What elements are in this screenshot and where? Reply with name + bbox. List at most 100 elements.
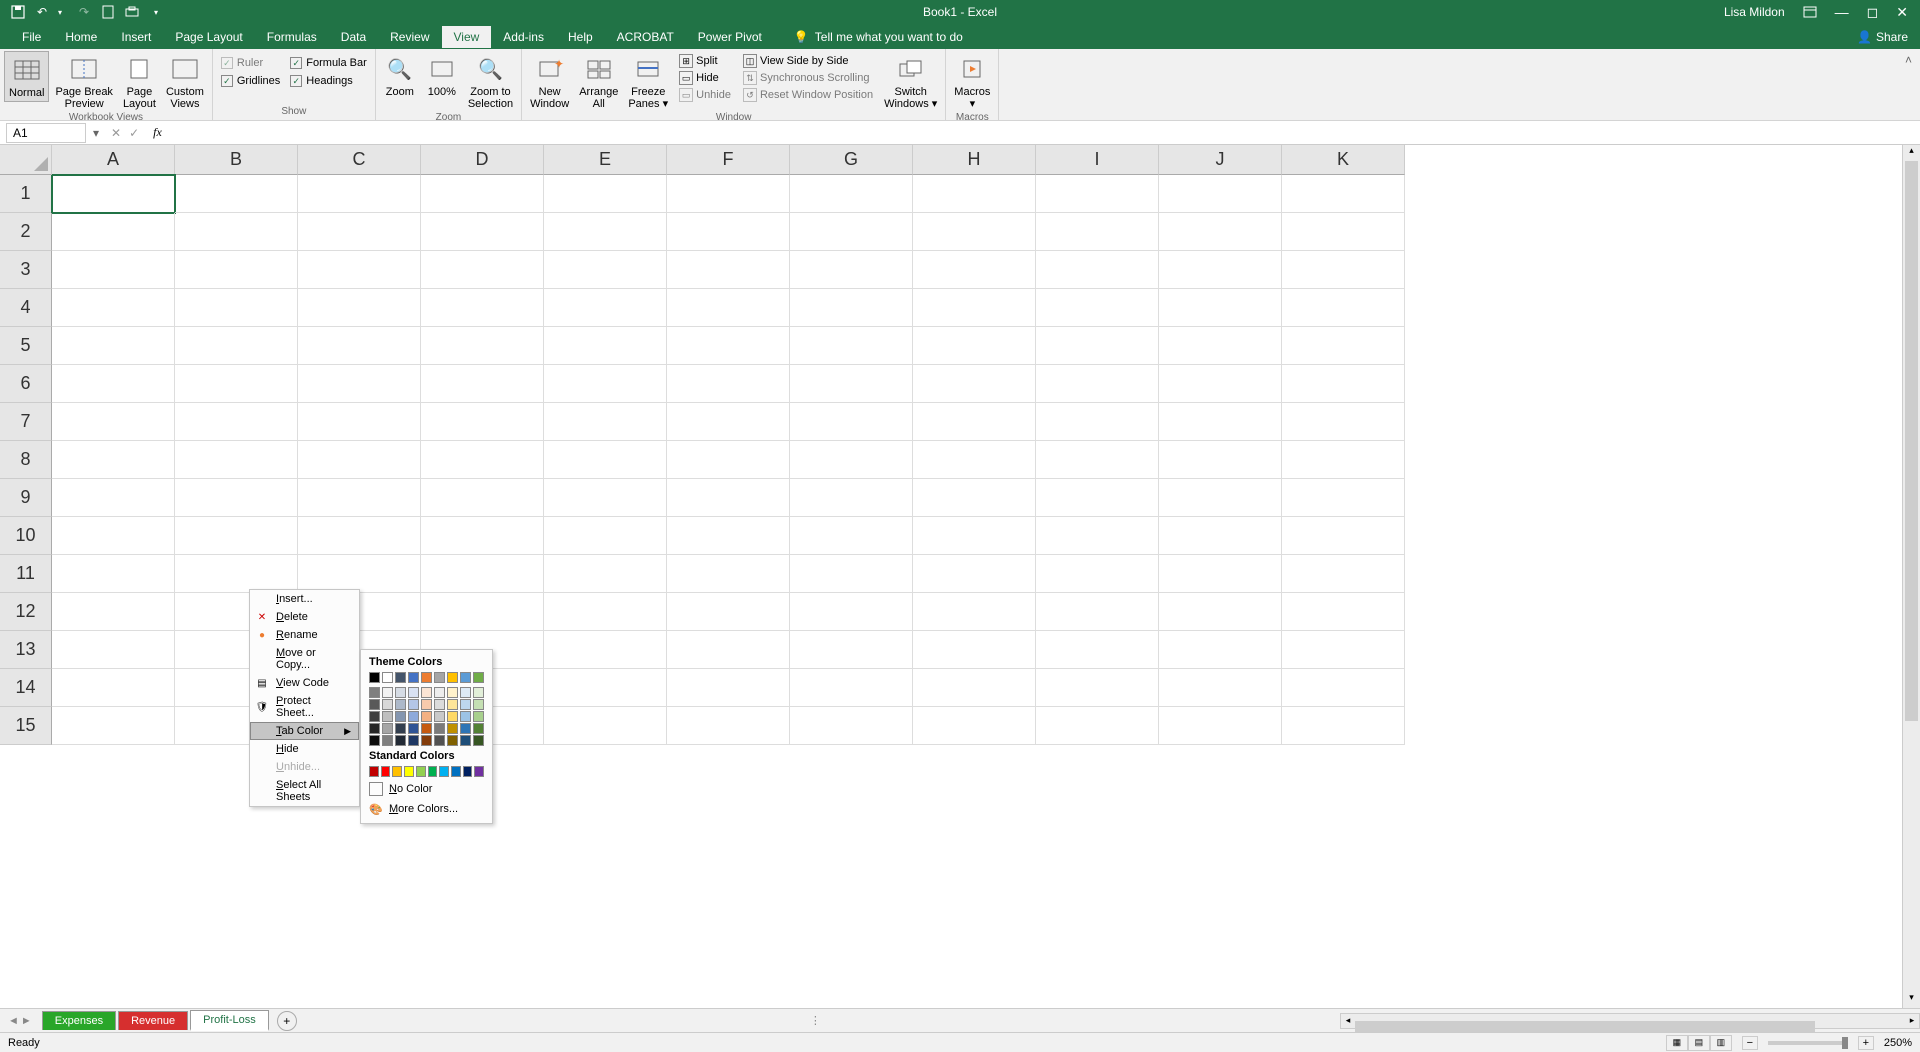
row-header-14[interactable]: 14 [0,669,52,707]
color-swatch[interactable] [421,735,432,746]
cell-J4[interactable] [1159,289,1282,327]
cell-F3[interactable] [667,251,790,289]
formula-bar-checkbox[interactable]: ✓Formula Bar [290,57,367,69]
cell-F5[interactable] [667,327,790,365]
cell-B8[interactable] [175,441,298,479]
color-swatch[interactable] [416,766,426,777]
color-swatch[interactable] [434,672,445,683]
cell-C8[interactable] [298,441,421,479]
color-swatch[interactable] [460,687,471,698]
cell-G12[interactable] [790,593,913,631]
cell-E4[interactable] [544,289,667,327]
cell-H7[interactable] [913,403,1036,441]
color-swatch[interactable] [460,711,471,722]
cell-K12[interactable] [1282,593,1405,631]
scroll-down-icon[interactable]: ▾ [1903,992,1920,1008]
cell-E13[interactable] [544,631,667,669]
cell-B3[interactable] [175,251,298,289]
row-header-5[interactable]: 5 [0,327,52,365]
qat-customize-icon[interactable]: ▾ [148,4,164,20]
cell-I14[interactable] [1036,669,1159,707]
color-swatch[interactable] [382,699,393,710]
cell-A11[interactable] [52,555,175,593]
page-break-status-button[interactable]: ▥ [1710,1035,1732,1051]
cell-D12[interactable] [421,593,544,631]
cell-F9[interactable] [667,479,790,517]
cell-E12[interactable] [544,593,667,631]
cell-J3[interactable] [1159,251,1282,289]
col-header-h[interactable]: H [913,145,1036,175]
cell-J1[interactable] [1159,175,1282,213]
row-header-11[interactable]: 11 [0,555,52,593]
horizontal-scrollbar[interactable]: ◂ ▸ [1340,1013,1920,1029]
col-header-d[interactable]: D [421,145,544,175]
cell-K2[interactable] [1282,213,1405,251]
color-swatch[interactable] [439,766,449,777]
cell-I1[interactable] [1036,175,1159,213]
cell-A3[interactable] [52,251,175,289]
cell-E5[interactable] [544,327,667,365]
color-swatch[interactable] [369,735,380,746]
col-header-c[interactable]: C [298,145,421,175]
color-swatch[interactable] [369,766,379,777]
cell-K13[interactable] [1282,631,1405,669]
cell-J9[interactable] [1159,479,1282,517]
zoom-button[interactable]: 🔍Zoom [380,51,420,100]
tab-nav-prev-icon[interactable]: ◄ [8,1015,19,1027]
tab-file[interactable]: File [10,26,53,48]
cell-A1[interactable] [52,175,175,213]
close-icon[interactable]: ✕ [1896,4,1908,21]
no-color-button[interactable]: No Color [365,779,488,799]
color-swatch[interactable] [447,723,458,734]
tab-view[interactable]: View [442,26,492,48]
cell-E11[interactable] [544,555,667,593]
cell-D5[interactable] [421,327,544,365]
cell-A9[interactable] [52,479,175,517]
color-swatch[interactable] [408,672,419,683]
cell-G10[interactable] [790,517,913,555]
cell-H4[interactable] [913,289,1036,327]
cell-G6[interactable] [790,365,913,403]
color-swatch[interactable] [473,672,484,683]
arrange-all-button[interactable]: Arrange All [575,51,622,112]
cell-G13[interactable] [790,631,913,669]
cell-J11[interactable] [1159,555,1282,593]
cm-view-code[interactable]: ▤View Code [250,674,359,692]
cell-H11[interactable] [913,555,1036,593]
cell-I11[interactable] [1036,555,1159,593]
cell-A4[interactable] [52,289,175,327]
cell-J5[interactable] [1159,327,1282,365]
color-swatch[interactable] [421,687,432,698]
tab-acrobat[interactable]: ACROBAT [605,26,686,48]
color-swatch[interactable] [392,766,402,777]
color-swatch[interactable] [451,766,461,777]
hscroll-right-icon[interactable]: ▸ [1905,1015,1919,1026]
reset-window-button[interactable]: ↺Reset Window Position [740,87,876,103]
cell-E15[interactable] [544,707,667,745]
vertical-scrollbar[interactable]: ▴ ▾ [1902,145,1920,1008]
color-swatch[interactable] [408,699,419,710]
row-header-9[interactable]: 9 [0,479,52,517]
cell-E9[interactable] [544,479,667,517]
cell-C6[interactable] [298,365,421,403]
cell-H8[interactable] [913,441,1036,479]
cell-K14[interactable] [1282,669,1405,707]
sheet-tab-profit-loss[interactable]: Profit-Loss [190,1010,269,1031]
cell-K11[interactable] [1282,555,1405,593]
cell-I7[interactable] [1036,403,1159,441]
color-swatch[interactable] [395,687,406,698]
cell-B1[interactable] [175,175,298,213]
cell-F2[interactable] [667,213,790,251]
new-sheet-button[interactable]: + [277,1011,297,1031]
cell-F14[interactable] [667,669,790,707]
zoom-slider[interactable] [1768,1041,1848,1045]
color-swatch[interactable] [382,735,393,746]
cell-B9[interactable] [175,479,298,517]
cell-D6[interactable] [421,365,544,403]
scroll-up-icon[interactable]: ▴ [1903,145,1920,161]
color-swatch[interactable] [381,766,391,777]
print-preview-icon[interactable] [124,4,140,20]
cell-F6[interactable] [667,365,790,403]
cell-F4[interactable] [667,289,790,327]
cell-G8[interactable] [790,441,913,479]
